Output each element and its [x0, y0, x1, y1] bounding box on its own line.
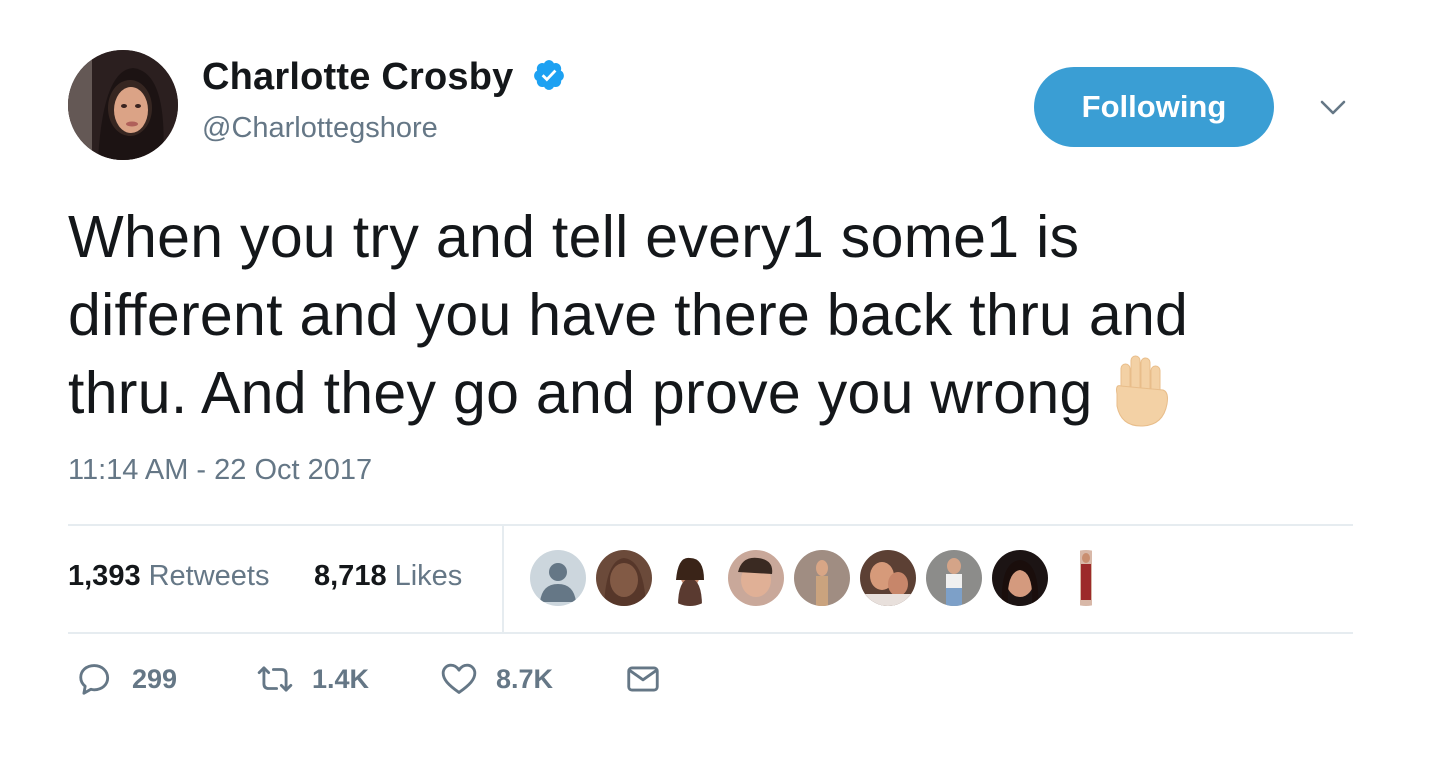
heart-icon — [441, 663, 477, 694]
liker-photo — [728, 550, 784, 606]
engagement-stats: 1,393 Retweets 8,718 Likes — [68, 524, 1353, 632]
retweets-stat[interactable]: 1,393 Retweets — [68, 560, 269, 593]
divider-bottom — [68, 632, 1353, 634]
default-user-icon — [530, 550, 586, 606]
likes-stat[interactable]: 8,718 Likes — [314, 560, 462, 593]
liker-photo — [596, 550, 652, 606]
liker-avatar[interactable] — [860, 550, 916, 606]
liker-avatar[interactable] — [1058, 550, 1114, 606]
reply-button[interactable]: 299 — [76, 660, 177, 698]
author-avatar[interactable] — [68, 50, 178, 160]
liker-photo — [860, 550, 916, 606]
verified-badge-icon — [534, 60, 565, 90]
envelope-icon — [627, 666, 659, 692]
liker-photo — [794, 550, 850, 606]
tweet-timestamp[interactable]: 11:14 AM - 22 Oct 2017 — [68, 454, 372, 487]
raised-hand-emoji-icon — [1115, 355, 1168, 427]
tweet-text: When you try and tell every1 some1 is di… — [68, 198, 1298, 434]
liker-avatar[interactable] — [596, 550, 652, 606]
display-name-text: Charlotte Crosby — [202, 56, 514, 98]
retweets-count: 1,393 — [68, 560, 141, 592]
likes-label: Likes — [394, 560, 463, 592]
retweets-label: Retweets — [148, 560, 270, 592]
liker-photo — [926, 550, 982, 606]
reply-icon — [79, 664, 110, 695]
liker-avatar[interactable] — [728, 550, 784, 606]
avatar-photo — [68, 50, 178, 160]
liker-avatar[interactable] — [992, 550, 1048, 606]
liker-photo — [1058, 550, 1114, 606]
tweet-text-body: When you try and tell every1 some1 is di… — [68, 204, 1189, 426]
like-count: 8.7K — [496, 663, 554, 694]
like-button[interactable]: 8.7K — [440, 660, 553, 698]
liker-photo — [662, 550, 718, 606]
user-handle[interactable]: @Charlottegshore — [202, 112, 438, 145]
retweet-count: 1.4K — [312, 663, 370, 694]
liker-avatar[interactable] — [662, 550, 718, 606]
following-button[interactable]: Following — [1034, 67, 1274, 147]
display-name[interactable]: Charlotte Crosby — [202, 56, 566, 99]
liker-avatar[interactable] — [794, 550, 850, 606]
retweet-icon — [257, 666, 293, 692]
reply-count: 299 — [132, 663, 178, 694]
liker-photo — [992, 550, 1048, 606]
liker-avatar[interactable] — [926, 550, 982, 606]
stats-separator — [502, 524, 504, 632]
liker-avatar-default[interactable] — [530, 550, 586, 606]
retweet-button[interactable]: 1.4K — [256, 660, 369, 698]
chevron-down-icon[interactable] — [1318, 92, 1348, 122]
direct-message-button[interactable] — [624, 660, 662, 698]
likes-count: 8,718 — [314, 560, 387, 592]
